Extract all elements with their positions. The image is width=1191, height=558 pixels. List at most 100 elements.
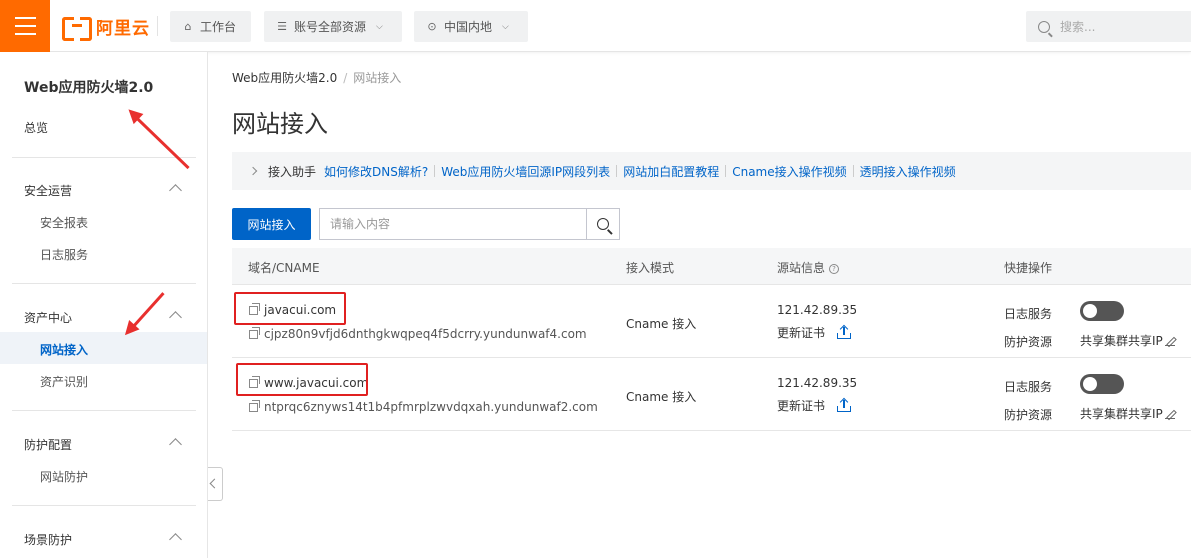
search-input[interactable] bbox=[319, 208, 587, 240]
upload-icon[interactable] bbox=[837, 326, 852, 339]
sidebar-item-overview[interactable]: 总览 bbox=[24, 119, 48, 136]
sidebar-item-website-access-label[interactable]: 网站接入 bbox=[40, 341, 88, 358]
divider bbox=[12, 410, 196, 411]
highlight-box bbox=[236, 363, 368, 396]
logo-text: 阿里云 bbox=[96, 18, 150, 39]
account-resources-dropdown[interactable]: ☰ 账号全部资源 ⌵ bbox=[264, 11, 402, 42]
home-icon: ⌂ bbox=[184, 19, 192, 33]
sidebar-item-asset-identification[interactable]: 资产识别 bbox=[40, 373, 88, 390]
global-search-placeholder: 搜索... bbox=[1060, 20, 1096, 34]
menu-line bbox=[15, 33, 36, 35]
column-header-quick-actions: 快捷操作 bbox=[1004, 261, 1053, 275]
page-title: 网站接入 bbox=[232, 110, 328, 138]
chevron-down-icon: ⌵ bbox=[502, 21, 509, 32]
sidebar-item-website-protection[interactable]: 网站防护 bbox=[40, 468, 88, 485]
quick-protection-resource-label: 防护资源 bbox=[1004, 408, 1053, 422]
global-search-input[interactable]: 搜索... bbox=[1026, 11, 1191, 42]
table-row: www.javacui.com ntprqc6znyws14t1b4pfmrpl… bbox=[232, 358, 1191, 431]
link-modify-dns[interactable]: 如何修改DNS解析? bbox=[324, 163, 428, 180]
quick-log-service-label: 日志服务 bbox=[1004, 307, 1053, 321]
chevron-up-icon[interactable] bbox=[169, 184, 182, 197]
chevron-right-icon[interactable] bbox=[248, 166, 258, 176]
chevron-up-icon[interactable] bbox=[169, 533, 182, 546]
shared-ip-cell: 共享集群共享IP bbox=[1080, 405, 1175, 422]
chevron-down-icon: ⌵ bbox=[376, 21, 383, 32]
top-navigation-bar: 阿里云 ⌂ 工作台 ☰ 账号全部资源 ⌵ ⊙ 中国内地 ⌵ 搜索... bbox=[0, 0, 1191, 52]
access-assistant-bar: 接入助手 如何修改DNS解析? Web应用防火墙回源IP网段列表 网站加白配置教… bbox=[232, 152, 1191, 190]
shared-ip-text: 共享集群共享IP bbox=[1080, 407, 1163, 421]
breadcrumb: Web应用防火墙2.0 / 网站接入 bbox=[232, 69, 401, 86]
aliyun-logo-icon bbox=[62, 17, 92, 41]
quick-protection-resource-label: 防护资源 bbox=[1004, 335, 1053, 349]
sidebar: Web应用防火墙2.0 总览 安全运营 安全报表 日志服务 资产中心 网站接入 … bbox=[0, 52, 208, 558]
access-mode-text: Cname 接入 bbox=[626, 390, 697, 404]
chevron-up-icon[interactable] bbox=[169, 438, 182, 451]
cname-text: ntprqc6znyws14t1b4pfmrplzwvdqxah.yundunw… bbox=[264, 400, 598, 414]
log-service-toggle[interactable] bbox=[1080, 374, 1124, 394]
link-cname-video[interactable]: Cname接入操作视频 bbox=[732, 163, 846, 180]
list-icon: ☰ bbox=[277, 19, 287, 33]
breadcrumb-current: 网站接入 bbox=[353, 71, 402, 85]
divider bbox=[616, 165, 618, 177]
cname-text: cjpz80n9vfjd6dnthgkwqpeq4f5dcrry.yundunw… bbox=[264, 327, 587, 341]
chevron-up-icon[interactable] bbox=[169, 311, 182, 324]
link-whitelist-tutorial[interactable]: 网站加白配置教程 bbox=[623, 163, 719, 180]
sidebar-collapse-button[interactable] bbox=[208, 467, 223, 501]
edit-icon[interactable] bbox=[1164, 336, 1175, 346]
link-transparent-video[interactable]: 透明接入操作视频 bbox=[860, 163, 956, 180]
table-row: javacui.com cjpz80n9vfjd6dnthgkwqpeq4f5d… bbox=[232, 285, 1191, 358]
access-assistant-label: 接入助手 bbox=[268, 164, 317, 179]
sidebar-product-title: Web应用防火墙2.0 bbox=[24, 80, 154, 96]
menu-line bbox=[15, 25, 36, 27]
sidebar-group-scenario-protection[interactable]: 场景防护 bbox=[24, 531, 72, 548]
help-icon[interactable]: ? bbox=[829, 263, 840, 274]
sidebar-group-security-ops[interactable]: 安全运营 bbox=[24, 182, 72, 199]
divider bbox=[12, 157, 196, 158]
column-header-access-mode: 接入模式 bbox=[626, 261, 675, 275]
copy-icon[interactable] bbox=[249, 326, 260, 339]
update-cert-cell: 更新证书 bbox=[777, 324, 852, 341]
sidebar-item-website-access[interactable] bbox=[0, 332, 207, 364]
highlight-box bbox=[234, 292, 346, 325]
chevron-left-icon bbox=[209, 478, 220, 489]
search-icon bbox=[1038, 20, 1050, 33]
cname-cell: cjpz80n9vfjd6dnthgkwqpeq4f5dcrry.yundunw… bbox=[249, 326, 587, 341]
log-service-toggle[interactable] bbox=[1080, 301, 1124, 321]
upload-icon[interactable] bbox=[837, 399, 852, 412]
workbench-button[interactable]: ⌂ 工作台 bbox=[170, 11, 251, 42]
divider bbox=[12, 283, 196, 284]
divider bbox=[12, 505, 196, 506]
menu-line bbox=[15, 17, 36, 19]
link-waf-ip-ranges[interactable]: Web应用防火墙回源IP网段列表 bbox=[441, 163, 610, 180]
workbench-label: 工作台 bbox=[200, 20, 237, 34]
sidebar-item-security-report[interactable]: 安全报表 bbox=[40, 214, 88, 231]
quick-log-service-label: 日志服务 bbox=[1004, 380, 1053, 394]
sidebar-group-protection-config[interactable]: 防护配置 bbox=[24, 436, 72, 453]
sidebar-item-log-service[interactable]: 日志服务 bbox=[40, 246, 88, 263]
update-cert-label[interactable]: 更新证书 bbox=[777, 397, 825, 414]
region-label: 中国内地 bbox=[444, 20, 493, 34]
hamburger-menu-button[interactable] bbox=[0, 0, 50, 52]
aliyun-logo[interactable]: 阿里云 bbox=[62, 15, 150, 41]
search-icon bbox=[597, 218, 609, 230]
divider bbox=[852, 165, 854, 177]
account-resources-label: 账号全部资源 bbox=[294, 20, 367, 34]
access-mode-text: Cname 接入 bbox=[626, 317, 697, 331]
copy-icon[interactable] bbox=[249, 399, 260, 412]
origin-ip-text: 121.42.89.35 bbox=[777, 303, 858, 317]
search-button[interactable] bbox=[586, 208, 620, 240]
region-dropdown[interactable]: ⊙ 中国内地 ⌵ bbox=[414, 11, 528, 42]
divider bbox=[725, 165, 727, 177]
update-cert-label[interactable]: 更新证书 bbox=[777, 324, 825, 341]
divider bbox=[157, 16, 158, 36]
divider bbox=[434, 165, 436, 177]
add-website-button[interactable]: 网站接入 bbox=[232, 208, 311, 240]
shared-ip-text: 共享集群共享IP bbox=[1080, 334, 1163, 348]
origin-ip-text: 121.42.89.35 bbox=[777, 376, 858, 390]
location-pin-icon: ⊙ bbox=[427, 19, 437, 33]
edit-icon[interactable] bbox=[1164, 409, 1175, 419]
cname-cell: ntprqc6znyws14t1b4pfmrplzwvdqxah.yundunw… bbox=[249, 399, 598, 414]
sidebar-group-asset-center[interactable]: 资产中心 bbox=[24, 309, 72, 326]
update-cert-cell: 更新证书 bbox=[777, 397, 852, 414]
breadcrumb-parent[interactable]: Web应用防火墙2.0 bbox=[232, 71, 337, 85]
